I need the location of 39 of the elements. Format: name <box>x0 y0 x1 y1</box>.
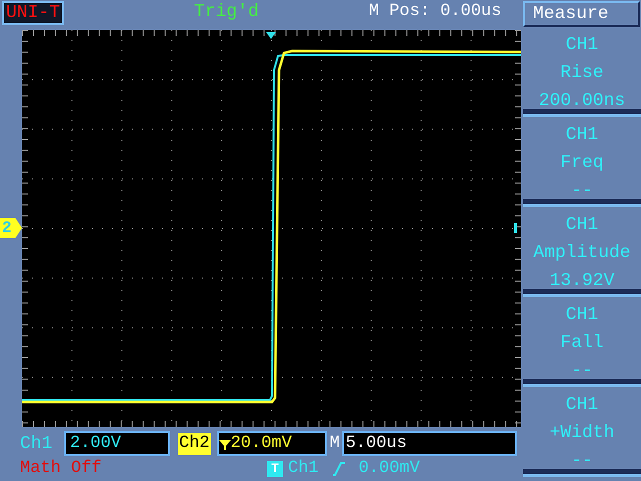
measure-value: -- <box>571 360 593 382</box>
measure-channel: CH1 <box>566 214 598 236</box>
measure-channel: CH1 <box>566 124 598 146</box>
ch2-label: Ch2 <box>178 432 211 454</box>
measure-type: Fall <box>560 332 604 354</box>
measure-item[interactable]: CH1 Amplitude 13.92V <box>523 207 641 297</box>
measure-type: Amplitude <box>533 242 631 264</box>
measure-channel: CH1 <box>566 34 598 56</box>
measure-value: -- <box>571 180 593 202</box>
measure-item[interactable]: CH1 Freq -- <box>523 117 641 207</box>
timebase-label: M <box>330 432 341 454</box>
math-status: Math Off <box>20 458 103 480</box>
measure-item[interactable]: CH1 +Width -- <box>523 387 641 477</box>
measure-item[interactable]: CH1 Rise 200.00ns <box>523 27 641 117</box>
menu-title: Measure <box>523 1 640 27</box>
measure-channel: CH1 <box>566 304 598 326</box>
measure-value: 13.92V <box>550 270 614 292</box>
timebase-value: 5.00us <box>342 431 517 456</box>
measure-value: -- <box>571 450 593 472</box>
rising-edge-icon <box>332 462 345 476</box>
measure-value: 200.00ns <box>538 90 626 112</box>
trigger-position-icon <box>266 32 276 39</box>
trigger-status: Trig'd <box>194 1 259 23</box>
measure-channel: CH1 <box>566 394 598 416</box>
bandwidth-limit-icon <box>218 438 231 450</box>
ch2-scale-value: 20.0mV <box>230 433 292 454</box>
measure-type: Rise <box>560 62 604 84</box>
trigger-level-icon <box>514 223 517 233</box>
channel-marker: 2 <box>0 218 22 238</box>
trigger-source: Ch1 <box>288 458 319 480</box>
brand-logo: UNI-T <box>2 1 64 25</box>
trigger-label: T <box>267 461 283 477</box>
measure-type: Freq <box>560 152 604 174</box>
ch1-label: Ch1 <box>20 432 54 454</box>
ch1-scale: 2.00V <box>64 431 170 456</box>
measure-item[interactable]: CH1 Fall -- <box>523 297 641 387</box>
measure-type: +Width <box>550 422 614 444</box>
horizontal-position: M Pos: 0.00us <box>368 1 502 23</box>
trigger-level: 0.00mV <box>358 458 420 480</box>
